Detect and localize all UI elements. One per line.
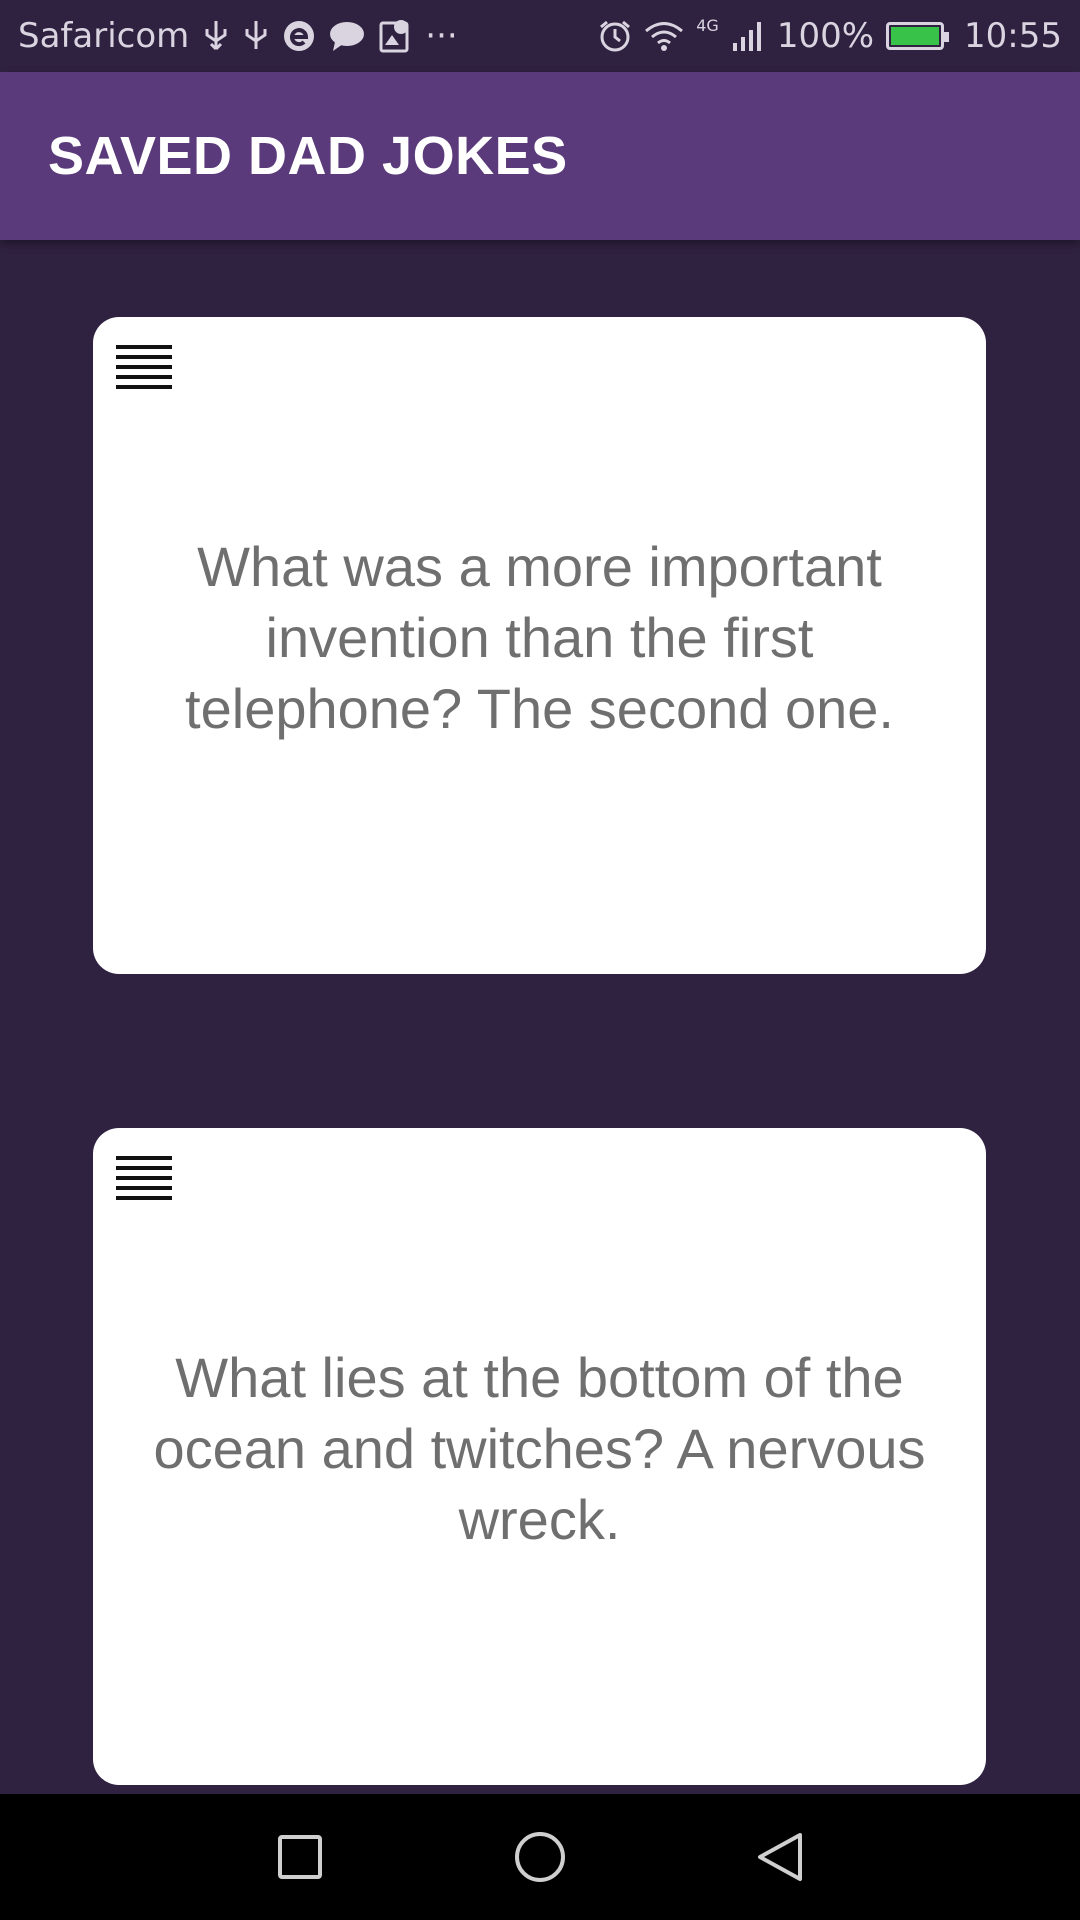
gallery-icon (379, 19, 411, 53)
recent-apps-icon[interactable] (230, 1794, 370, 1920)
back-icon[interactable] (710, 1794, 850, 1920)
usb-icon (203, 19, 229, 53)
joke-text: What was a more important invention than… (185, 535, 894, 740)
battery-icon (886, 22, 950, 50)
more-icon: ··· (425, 16, 458, 56)
status-bar: Safaricom ··· 4G 100% 10:55 (0, 0, 1080, 72)
chat-icon (329, 20, 365, 52)
joke-card[interactable]: What was a more important invention than… (93, 317, 986, 974)
joke-card[interactable]: What lies at the bottom of the ocean and… (93, 1128, 986, 1785)
app-bar: SAVED DAD JOKES (0, 72, 1080, 240)
joke-text: What lies at the bottom of the ocean and… (153, 1346, 926, 1551)
carrier-label: Safaricom (18, 16, 190, 56)
browser-icon (283, 20, 315, 52)
battery-percent: 100% (776, 16, 875, 56)
page-title: SAVED DAD JOKES (48, 126, 568, 186)
clock: 10:55 (964, 16, 1062, 56)
signal-icon (731, 19, 765, 53)
wifi-icon (644, 20, 684, 52)
network-type-label: 4G (696, 16, 719, 35)
navigation-bar (0, 1794, 1080, 1920)
alarm-icon (598, 19, 632, 53)
status-left: Safaricom ··· (18, 0, 458, 72)
status-right: 4G 100% 10:55 (598, 0, 1062, 72)
home-icon[interactable] (470, 1794, 610, 1920)
usb-icon (243, 19, 269, 53)
